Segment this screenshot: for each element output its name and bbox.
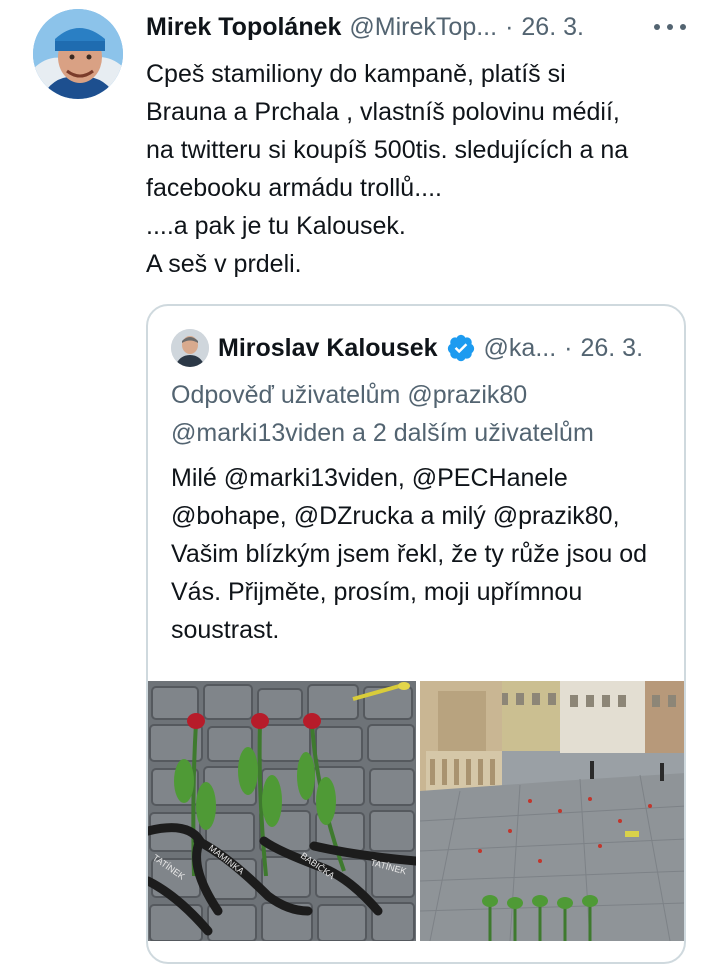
reply-prefix: Odpověď uživatelům: [171, 381, 408, 409]
reply-suffix-link[interactable]: a 2 dalším uživatelům: [345, 419, 594, 447]
author-handle[interactable]: @MirekTop...: [349, 13, 497, 42]
separator-dot: ·: [564, 333, 573, 362]
separator-dot: ·: [505, 12, 514, 41]
quoted-author-name[interactable]: Miroslav Kalousek: [218, 334, 438, 363]
reply-to-line: Odpověď uživatelům @prazik80 @marki13vide…: [171, 376, 671, 452]
quoted-tweet-card[interactable]: Miroslav Kalousek @ka... · 26. 3. Odpově…: [146, 304, 686, 964]
quoted-tweet-date[interactable]: 26. 3.: [580, 334, 643, 363]
verified-badge-icon: [446, 333, 476, 363]
quoted-tweet-header: Miroslav Kalousek @ka... · 26. 3.: [218, 330, 668, 366]
quoted-author-handle[interactable]: @ka...: [484, 334, 557, 363]
more-horizontal-icon[interactable]: [654, 14, 686, 40]
tweet-date[interactable]: 26. 3.: [521, 13, 584, 42]
reply-mention-link[interactable]: @prazik80: [407, 381, 527, 409]
author-avatar[interactable]: [33, 9, 123, 99]
author-name[interactable]: Mirek Topolánek: [146, 13, 341, 42]
reply-mention-link[interactable]: @marki13viden: [171, 419, 345, 447]
quoted-author-avatar: [171, 329, 209, 367]
photo-roses-with-ribbons[interactable]: TATÍNEK MAMINKA BABIČKA TATÍNEK: [148, 681, 416, 941]
quoted-tweet-text: Milé @marki13viden, @PECHanele @bohape, …: [171, 464, 648, 644]
tweet-text: Cpeš stamiliony do kampaně, platíš si Br…: [146, 60, 629, 278]
tweet-header: Mirek Topolánek @MirekTop... · 26. 3.: [146, 10, 691, 44]
photo-old-town-square[interactable]: [420, 681, 684, 941]
